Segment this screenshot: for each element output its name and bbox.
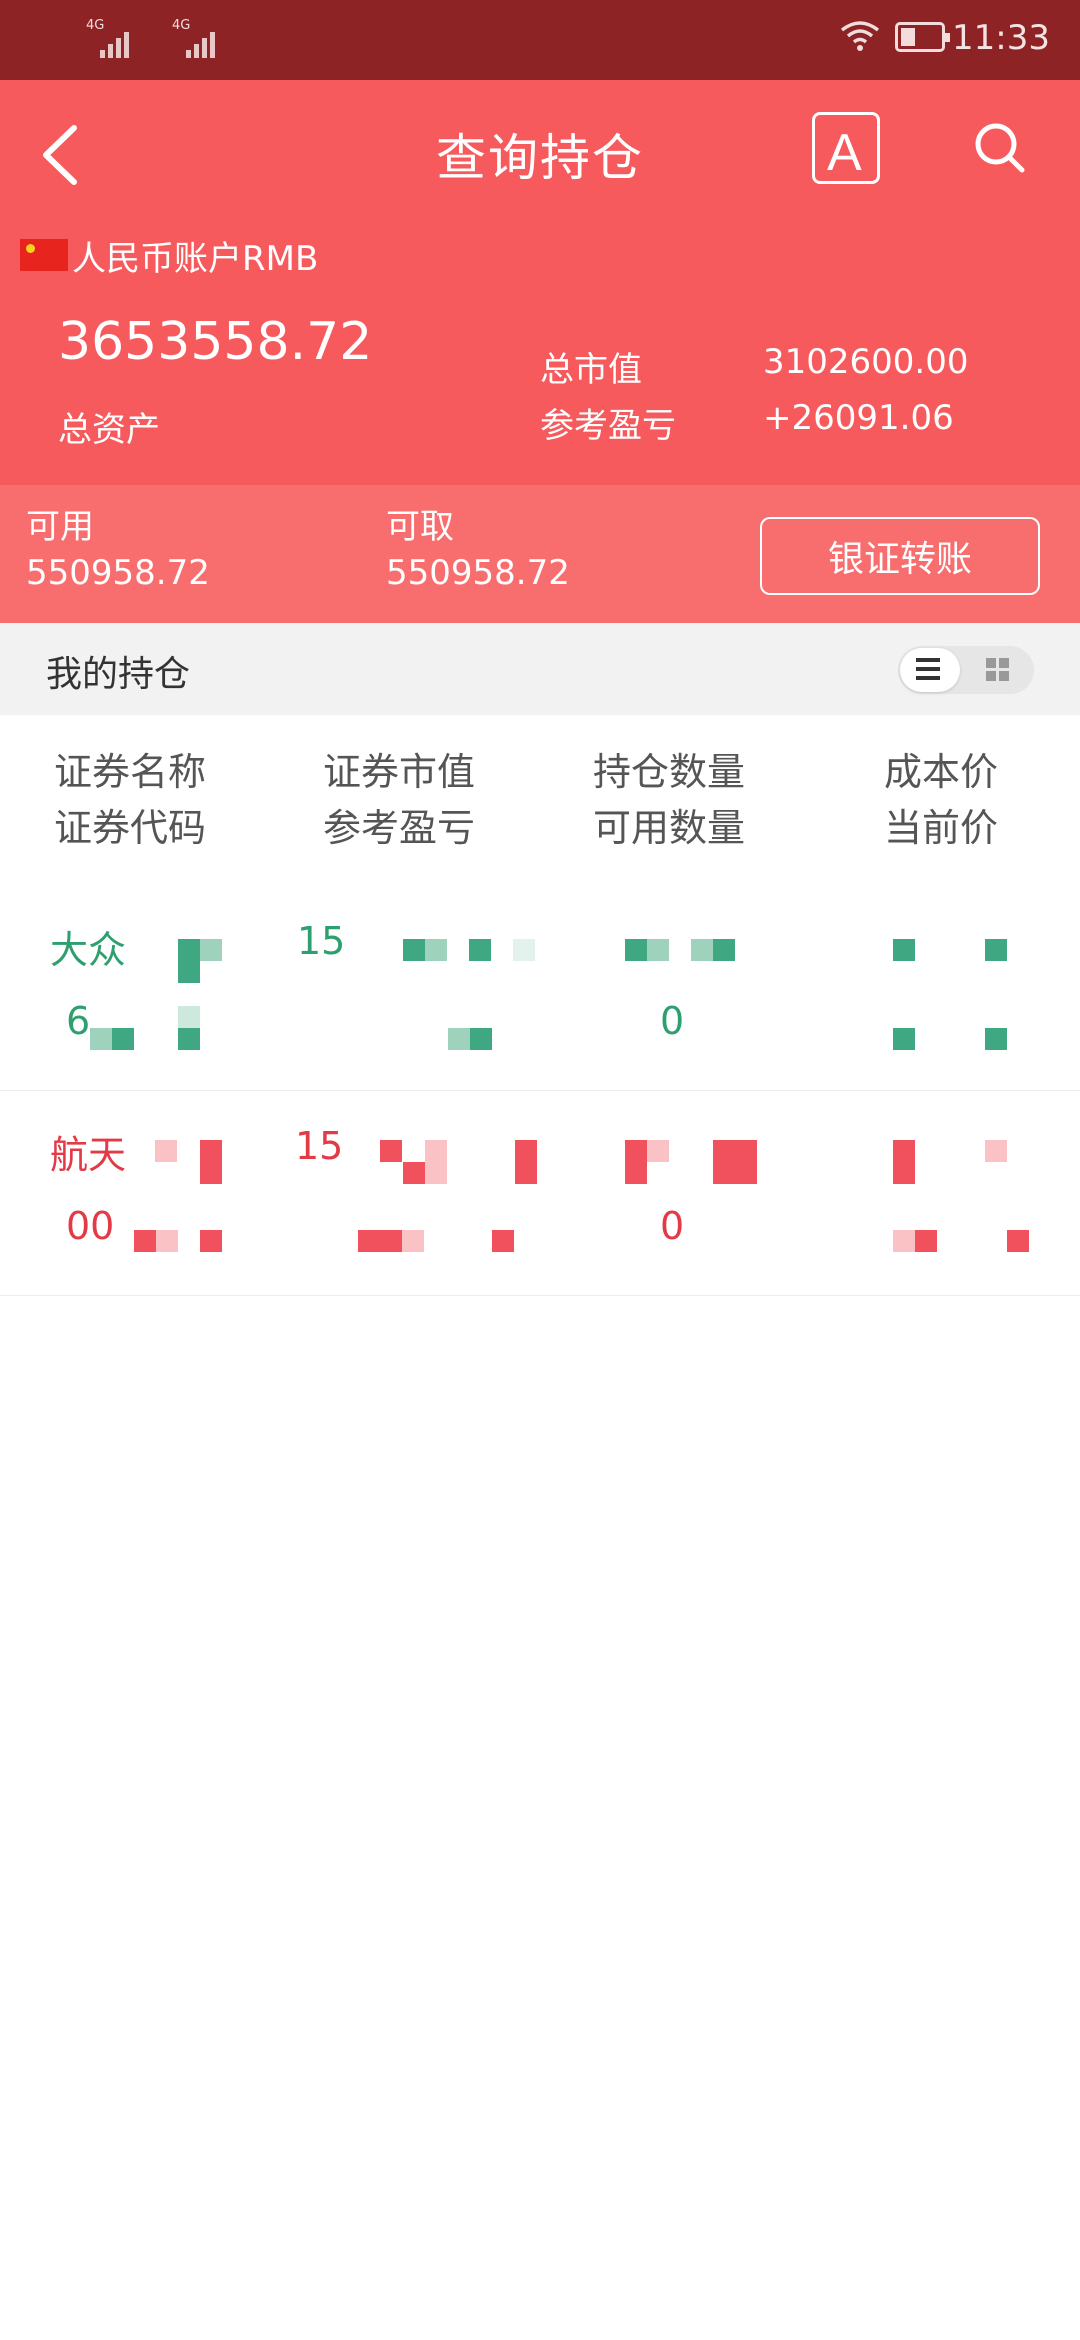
view-toggle[interactable] bbox=[898, 646, 1034, 694]
font-size-icon[interactable]: A bbox=[812, 112, 880, 184]
account-header: 查询持仓 A 人民币账户RMB 3653558.72 总资产 总市值 31026… bbox=[0, 80, 1080, 485]
wifi-icon bbox=[840, 21, 880, 51]
total-assets-label: 总资产 bbox=[58, 410, 160, 450]
clock: 11:33 bbox=[952, 18, 1050, 58]
market-value-cell: 15 bbox=[297, 919, 346, 963]
market-value-label: 总市值 bbox=[540, 350, 642, 390]
font-button-label: A bbox=[827, 124, 862, 182]
market-value-cell: 15 bbox=[295, 1124, 344, 1168]
china-flag-icon bbox=[20, 239, 68, 271]
page-title: 查询持仓 bbox=[436, 129, 644, 187]
profit-value: +26091.06 bbox=[763, 398, 954, 438]
col-header-market-value: 证券市值 bbox=[323, 750, 476, 794]
account-selector[interactable]: 人民币账户RMB bbox=[20, 235, 318, 279]
stock-name: 大众 bbox=[50, 928, 127, 972]
col-header-quantity: 持仓数量 bbox=[593, 750, 746, 794]
bank-transfer-button[interactable]: 银证转账 bbox=[760, 517, 1040, 595]
col-header-current-price: 当前价 bbox=[884, 806, 999, 850]
withdrawable-value: 550958.72 bbox=[386, 553, 570, 593]
positions-section-header: 我的持仓 bbox=[0, 623, 1080, 715]
withdrawable-label: 可取 bbox=[386, 507, 454, 547]
col-header-available-qty: 可用数量 bbox=[593, 806, 746, 850]
status-bar: 4G 4G 11:33 bbox=[0, 0, 1080, 80]
available-qty-cell: 0 bbox=[660, 1204, 685, 1248]
table-row[interactable]: 航天 00 15 0 bbox=[0, 1090, 1080, 1296]
table-header: 证券名称 证券代码 证券市值 参考盈亏 持仓数量 可用数量 成本价 当前价 bbox=[0, 715, 1080, 855]
search-icon[interactable] bbox=[970, 118, 1030, 178]
total-assets-value: 3653558.72 bbox=[58, 312, 373, 372]
stock-name: 航天 bbox=[50, 1133, 127, 1177]
col-header-name: 证券名称 bbox=[54, 750, 207, 794]
profit-label: 参考盈亏 bbox=[540, 406, 676, 446]
stock-code: 00 bbox=[66, 1204, 115, 1248]
available-qty-cell: 0 bbox=[660, 999, 685, 1043]
account-label: 人民币账户RMB bbox=[72, 238, 319, 279]
stock-code: 6 bbox=[66, 999, 91, 1043]
market-value: 3102600.00 bbox=[763, 342, 969, 382]
battery-icon bbox=[895, 22, 950, 52]
section-title: 我的持仓 bbox=[46, 654, 191, 695]
col-header-profit: 参考盈亏 bbox=[323, 806, 476, 850]
col-header-cost-price: 成本价 bbox=[884, 750, 999, 794]
available-label: 可用 bbox=[26, 507, 94, 547]
list-view-icon[interactable] bbox=[916, 658, 940, 680]
grid-view-icon[interactable] bbox=[986, 658, 1010, 682]
col-header-code: 证券代码 bbox=[54, 806, 207, 850]
table-row[interactable]: 大众 6 15 0 bbox=[0, 885, 1080, 1091]
available-value: 550958.72 bbox=[26, 553, 210, 593]
funds-bar: 可用 550958.72 可取 550958.72 银证转账 bbox=[0, 485, 1080, 623]
